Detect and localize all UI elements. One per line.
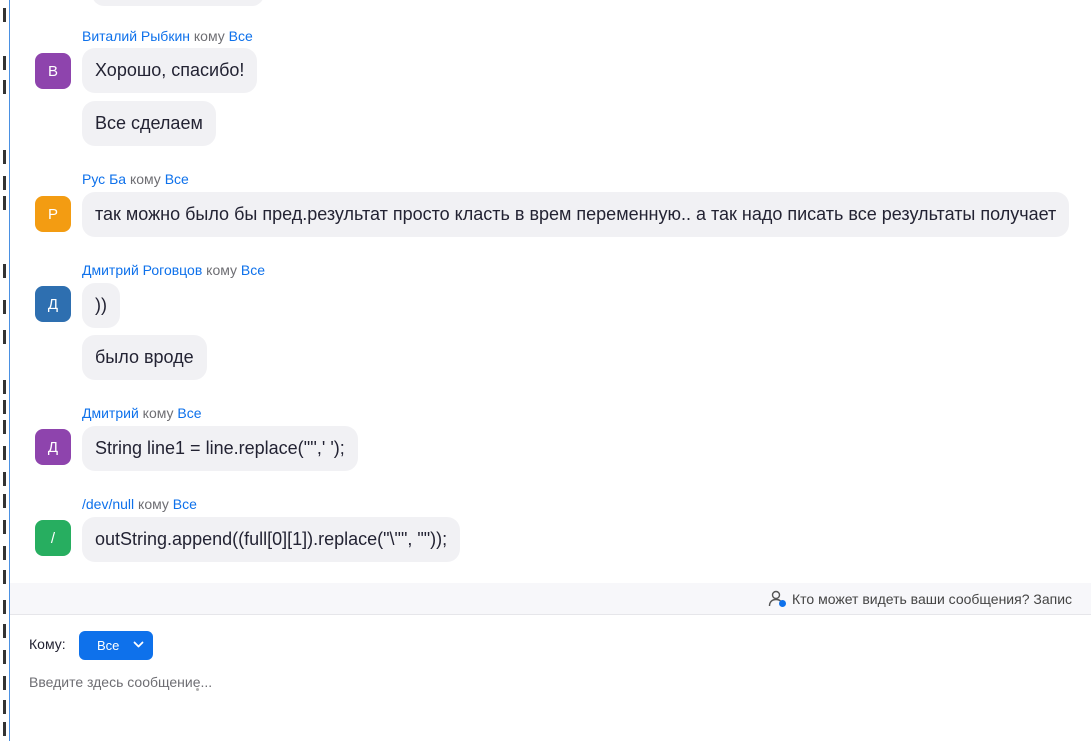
avatar: Д	[35, 286, 71, 322]
message-bubble[interactable]: Хорошо, спасибо!	[82, 48, 258, 93]
recipient-prefix: кому	[129, 171, 161, 187]
message-bubble[interactable]: ))	[82, 283, 120, 328]
sender-line: Дмитрий кому Все	[82, 405, 202, 421]
recipient-select[interactable]: Все	[79, 631, 153, 660]
message-bubble[interactable]: outString.append((full[0][1]).replace("\…	[82, 517, 461, 562]
sender-line: Дмитрий Роговцов кому Все	[82, 262, 265, 278]
avatar-letter: Р	[47, 205, 58, 223]
recipient-name[interactable]: Все	[165, 171, 189, 187]
visibility-note[interactable]: Кто может видеть ваши сообщения? Запис	[768, 590, 1072, 608]
message-input[interactable]	[29, 670, 1069, 694]
sender-line: /dev/null кому Все	[82, 496, 197, 512]
recipient-prefix: кому	[142, 405, 174, 421]
message-bubble[interactable]: так можно было бы пред.результат просто …	[82, 192, 1070, 237]
previous-message-bubble	[92, 0, 264, 6]
avatar-letter: В	[47, 62, 58, 80]
recipient-name[interactable]: Все	[177, 405, 201, 421]
avatar: Р	[35, 196, 71, 232]
left-edge-artifacts	[0, 0, 8, 741]
sender-name[interactable]: /dev/null	[82, 496, 134, 512]
sender-name[interactable]: Дмитрий Роговцов	[82, 262, 202, 278]
chevron-down-icon	[133, 641, 144, 648]
recipient-select-value: Все	[97, 638, 120, 653]
message-bubble[interactable]: String line1 = line.replace('"',' ');	[82, 426, 358, 471]
recipient-name[interactable]: Все	[173, 496, 197, 512]
chat-panel: Виталий Рыбкин кому Все В Хорошо, спасиб…	[0, 0, 1091, 741]
sender-name[interactable]: Виталий Рыбкин	[82, 28, 190, 44]
visibility-bar: Кто может видеть ваши сообщения? Запис	[10, 583, 1091, 615]
recipient-prefix: кому	[138, 496, 169, 512]
sender-name[interactable]: Рус Ба	[82, 171, 126, 187]
sender-name[interactable]: Дмитрий	[82, 405, 139, 421]
visibility-note-text: Кто может видеть ваши сообщения? Запис	[792, 591, 1073, 607]
message-bubble[interactable]: Все сделаем	[82, 101, 216, 146]
avatar-letter: Д	[47, 295, 59, 313]
recipient-prefix: кому	[193, 28, 225, 44]
recipient-name[interactable]: Все	[229, 28, 253, 44]
avatar: В	[35, 53, 71, 89]
cursor-dot	[196, 688, 199, 691]
message-bubble[interactable]: было вроде	[82, 335, 207, 380]
person-privacy-icon	[768, 590, 786, 607]
avatar-letter: Д	[47, 438, 59, 456]
message-list[interactable]: Виталий Рыбкин кому Все В Хорошо, спасиб…	[10, 0, 1091, 583]
avatar: /	[35, 520, 71, 556]
recipient-name[interactable]: Все	[241, 262, 265, 278]
avatar-letter: /	[50, 529, 56, 547]
sender-line: Рус Ба кому Все	[82, 171, 189, 187]
sender-line: Виталий Рыбкин кому Все	[82, 28, 253, 44]
recipient-prefix: кому	[206, 262, 238, 278]
to-label: Кому:	[29, 636, 66, 652]
avatar: Д	[35, 429, 71, 465]
composer: Кому: Все	[10, 615, 1091, 741]
